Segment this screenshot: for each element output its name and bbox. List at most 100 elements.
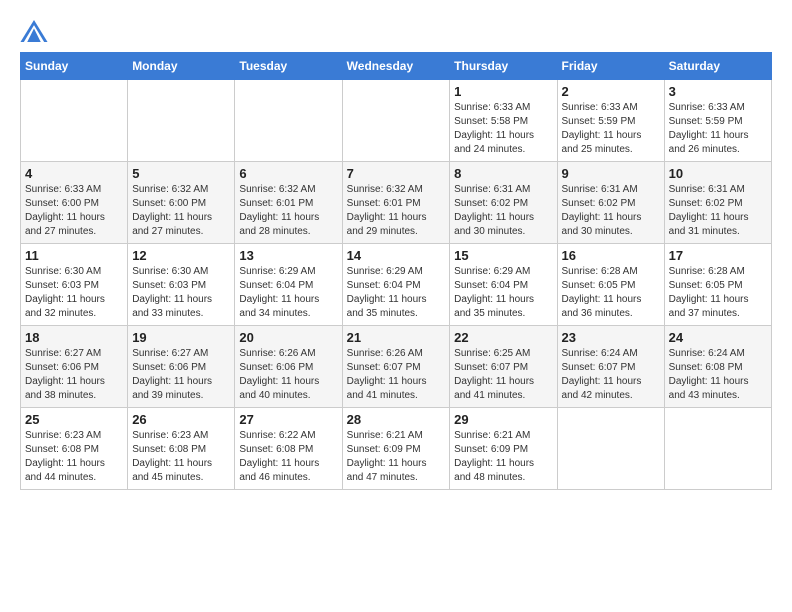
day-number: 16 [562,248,660,263]
calendar-cell: 27 Sunrise: 6:22 AM Sunset: 6:08 PM Dayli… [235,408,342,490]
calendar-header-thursday: Thursday [450,53,557,80]
calendar-cell [21,80,128,162]
day-number: 5 [132,166,230,181]
calendar-cell: 20 Sunrise: 6:26 AM Sunset: 6:06 PM Dayli… [235,326,342,408]
calendar-cell: 16 Sunrise: 6:28 AM Sunset: 6:05 PM Dayli… [557,244,664,326]
day-number: 7 [347,166,446,181]
day-number: 18 [25,330,123,345]
day-info: Sunrise: 6:27 AM Sunset: 6:06 PM Dayligh… [25,347,123,403]
day-number: 20 [239,330,337,345]
day-number: 13 [239,248,337,263]
day-info: Sunrise: 6:33 AM Sunset: 6:00 PM Dayligh… [25,183,123,239]
logo-icon [20,20,48,42]
day-info: Sunrise: 6:24 AM Sunset: 6:08 PM Dayligh… [669,347,767,403]
calendar-cell: 26 Sunrise: 6:23 AM Sunset: 6:08 PM Dayli… [128,408,235,490]
calendar-cell: 4 Sunrise: 6:33 AM Sunset: 6:00 PM Daylig… [21,162,128,244]
day-info: Sunrise: 6:31 AM Sunset: 6:02 PM Dayligh… [562,183,660,239]
calendar-cell: 14 Sunrise: 6:29 AM Sunset: 6:04 PM Dayli… [342,244,450,326]
calendar-cell [342,80,450,162]
calendar-cell: 23 Sunrise: 6:24 AM Sunset: 6:07 PM Dayli… [557,326,664,408]
calendar-week-row: 1 Sunrise: 6:33 AM Sunset: 5:58 PM Daylig… [21,80,772,162]
day-number: 17 [669,248,767,263]
calendar-week-row: 18 Sunrise: 6:27 AM Sunset: 6:06 PM Dayli… [21,326,772,408]
calendar-cell: 6 Sunrise: 6:32 AM Sunset: 6:01 PM Daylig… [235,162,342,244]
day-info: Sunrise: 6:28 AM Sunset: 6:05 PM Dayligh… [562,265,660,321]
day-number: 28 [347,412,446,427]
calendar-cell: 24 Sunrise: 6:24 AM Sunset: 6:08 PM Dayli… [664,326,771,408]
day-number: 14 [347,248,446,263]
day-number: 25 [25,412,123,427]
day-info: Sunrise: 6:29 AM Sunset: 6:04 PM Dayligh… [454,265,552,321]
day-info: Sunrise: 6:30 AM Sunset: 6:03 PM Dayligh… [25,265,123,321]
page-header [20,20,772,42]
calendar-cell: 18 Sunrise: 6:27 AM Sunset: 6:06 PM Dayli… [21,326,128,408]
calendar-header-saturday: Saturday [664,53,771,80]
day-info: Sunrise: 6:26 AM Sunset: 6:07 PM Dayligh… [347,347,446,403]
calendar-cell: 3Sunrise: 6:33 AM Sunset: 5:59 PM Daylig… [664,80,771,162]
day-info: Sunrise: 6:22 AM Sunset: 6:08 PM Dayligh… [239,429,337,485]
calendar-week-row: 4 Sunrise: 6:33 AM Sunset: 6:00 PM Daylig… [21,162,772,244]
calendar-header-row: SundayMondayTuesdayWednesdayThursdayFrid… [21,53,772,80]
day-number: 11 [25,248,123,263]
calendar-table: SundayMondayTuesdayWednesdayThursdayFrid… [20,52,772,490]
day-info: Sunrise: 6:26 AM Sunset: 6:06 PM Dayligh… [239,347,337,403]
calendar-cell: 17 Sunrise: 6:28 AM Sunset: 6:05 PM Dayli… [664,244,771,326]
day-info: Sunrise: 6:23 AM Sunset: 6:08 PM Dayligh… [132,429,230,485]
day-number: 15 [454,248,552,263]
calendar-cell: 7Sunrise: 6:32 AM Sunset: 6:01 PM Daylig… [342,162,450,244]
day-number: 9 [562,166,660,181]
day-info: Sunrise: 6:23 AM Sunset: 6:08 PM Dayligh… [25,429,123,485]
calendar-header-sunday: Sunday [21,53,128,80]
day-info: Sunrise: 6:32 AM Sunset: 6:01 PM Dayligh… [239,183,337,239]
day-info: Sunrise: 6:27 AM Sunset: 6:06 PM Dayligh… [132,347,230,403]
calendar-cell: 5 Sunrise: 6:32 AM Sunset: 6:00 PM Daylig… [128,162,235,244]
day-info: Sunrise: 6:29 AM Sunset: 6:04 PM Dayligh… [347,265,446,321]
calendar-cell [557,408,664,490]
day-number: 23 [562,330,660,345]
day-info: Sunrise: 6:31 AM Sunset: 6:02 PM Dayligh… [669,183,767,239]
day-number: 10 [669,166,767,181]
calendar-cell: 19 Sunrise: 6:27 AM Sunset: 6:06 PM Dayli… [128,326,235,408]
day-number: 8 [454,166,552,181]
day-number: 6 [239,166,337,181]
day-info: Sunrise: 6:30 AM Sunset: 6:03 PM Dayligh… [132,265,230,321]
calendar-header-tuesday: Tuesday [235,53,342,80]
day-number: 12 [132,248,230,263]
day-number: 27 [239,412,337,427]
calendar-cell: 1 Sunrise: 6:33 AM Sunset: 5:58 PM Daylig… [450,80,557,162]
calendar-cell: 13Sunrise: 6:29 AM Sunset: 6:04 PM Dayli… [235,244,342,326]
logo [20,20,52,42]
day-number: 29 [454,412,552,427]
day-number: 4 [25,166,123,181]
calendar-cell: 25 Sunrise: 6:23 AM Sunset: 6:08 PM Dayli… [21,408,128,490]
day-number: 3 [669,84,767,99]
day-info: Sunrise: 6:32 AM Sunset: 6:00 PM Dayligh… [132,183,230,239]
calendar-cell: 2 Sunrise: 6:33 AM Sunset: 5:59 PM Daylig… [557,80,664,162]
calendar-cell: 9 Sunrise: 6:31 AM Sunset: 6:02 PM Daylig… [557,162,664,244]
day-info: Sunrise: 6:21 AM Sunset: 6:09 PM Dayligh… [347,429,446,485]
day-number: 19 [132,330,230,345]
calendar-cell: 22 Sunrise: 6:25 AM Sunset: 6:07 PM Dayli… [450,326,557,408]
calendar-header-monday: Monday [128,53,235,80]
day-info: Sunrise: 6:33 AM Sunset: 5:58 PM Dayligh… [454,101,552,157]
calendar-header-friday: Friday [557,53,664,80]
day-number: 24 [669,330,767,345]
day-info: Sunrise: 6:28 AM Sunset: 6:05 PM Dayligh… [669,265,767,321]
calendar-cell: 21Sunrise: 6:26 AM Sunset: 6:07 PM Dayli… [342,326,450,408]
day-info: Sunrise: 6:25 AM Sunset: 6:07 PM Dayligh… [454,347,552,403]
calendar-header-wednesday: Wednesday [342,53,450,80]
day-info: Sunrise: 6:21 AM Sunset: 6:09 PM Dayligh… [454,429,552,485]
calendar-week-row: 25 Sunrise: 6:23 AM Sunset: 6:08 PM Dayli… [21,408,772,490]
calendar-cell [235,80,342,162]
calendar-cell: 12 Sunrise: 6:30 AM Sunset: 6:03 PM Dayli… [128,244,235,326]
day-info: Sunrise: 6:33 AM Sunset: 5:59 PM Dayligh… [562,101,660,157]
day-number: 22 [454,330,552,345]
day-info: Sunrise: 6:24 AM Sunset: 6:07 PM Dayligh… [562,347,660,403]
day-number: 2 [562,84,660,99]
calendar-cell: 15 Sunrise: 6:29 AM Sunset: 6:04 PM Dayli… [450,244,557,326]
calendar-cell [128,80,235,162]
day-number: 26 [132,412,230,427]
day-number: 1 [454,84,552,99]
calendar-cell: 28 Sunrise: 6:21 AM Sunset: 6:09 PM Dayli… [342,408,450,490]
calendar-cell: 8Sunrise: 6:31 AM Sunset: 6:02 PM Daylig… [450,162,557,244]
